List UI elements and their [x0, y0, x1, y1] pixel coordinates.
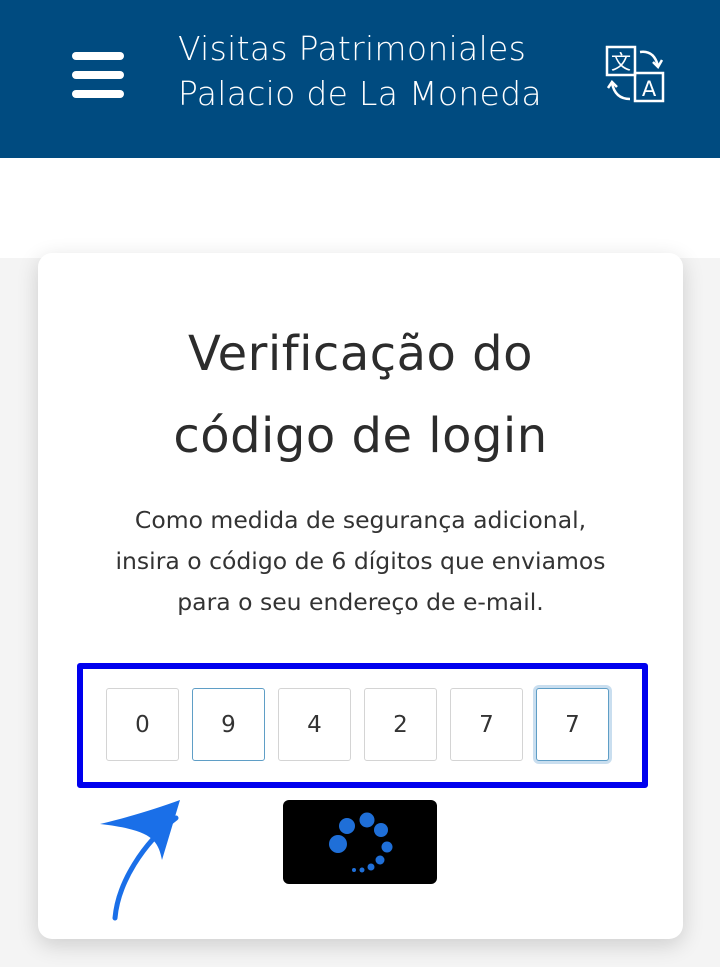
login-verification-card: Verificação do código de login Como medi…	[38, 253, 683, 939]
code-digit-2[interactable]: 9	[192, 688, 265, 761]
language-button[interactable]: 文 A	[604, 44, 668, 106]
loading-indicator	[283, 800, 437, 884]
app-title: Visitas Patrimoniales Palacio de La Mone…	[178, 26, 598, 116]
page-title-line1: Verificação do	[187, 326, 533, 382]
code-digit-6[interactable]: 7	[536, 688, 609, 761]
page-background	[0, 158, 720, 258]
menu-bar	[72, 71, 124, 79]
app-header: Visitas Patrimoniales Palacio de La Mone…	[0, 0, 720, 158]
description-line1: Como medida de segurança adicional,	[134, 506, 587, 534]
code-digit-3[interactable]: 4	[278, 688, 351, 761]
menu-bar	[72, 52, 124, 60]
description-line2: insira o código de 6 dígitos que enviamo…	[115, 547, 606, 575]
verification-description: Como medida de segurança adicional, insi…	[68, 500, 653, 623]
translate-icon: 文 A	[605, 45, 665, 103]
loading-spinner-icon	[329, 812, 393, 873]
code-digit-1[interactable]: 0	[106, 688, 179, 761]
menu-bar	[72, 90, 124, 98]
app-title-line2: Palacio de La Moneda	[178, 74, 542, 113]
translate-glyph-source: 文	[611, 50, 631, 74]
code-digit-5[interactable]: 7	[450, 688, 523, 761]
description-line3: para o seu endereço de e-mail.	[177, 588, 544, 616]
code-input-group: 0 9 4 2 7 7	[77, 663, 648, 788]
app-title-line1: Visitas Patrimoniales	[178, 29, 527, 68]
main-content: Verificação do código de login Como medi…	[0, 158, 720, 967]
code-digit-4[interactable]: 2	[364, 688, 437, 761]
page-title-line2: código de login	[173, 408, 548, 464]
page-title: Verificação do código de login	[38, 313, 683, 477]
translate-glyph-target: A	[642, 77, 657, 101]
pointer-arrow-icon	[100, 800, 180, 921]
hamburger-menu-icon[interactable]	[72, 52, 124, 98]
